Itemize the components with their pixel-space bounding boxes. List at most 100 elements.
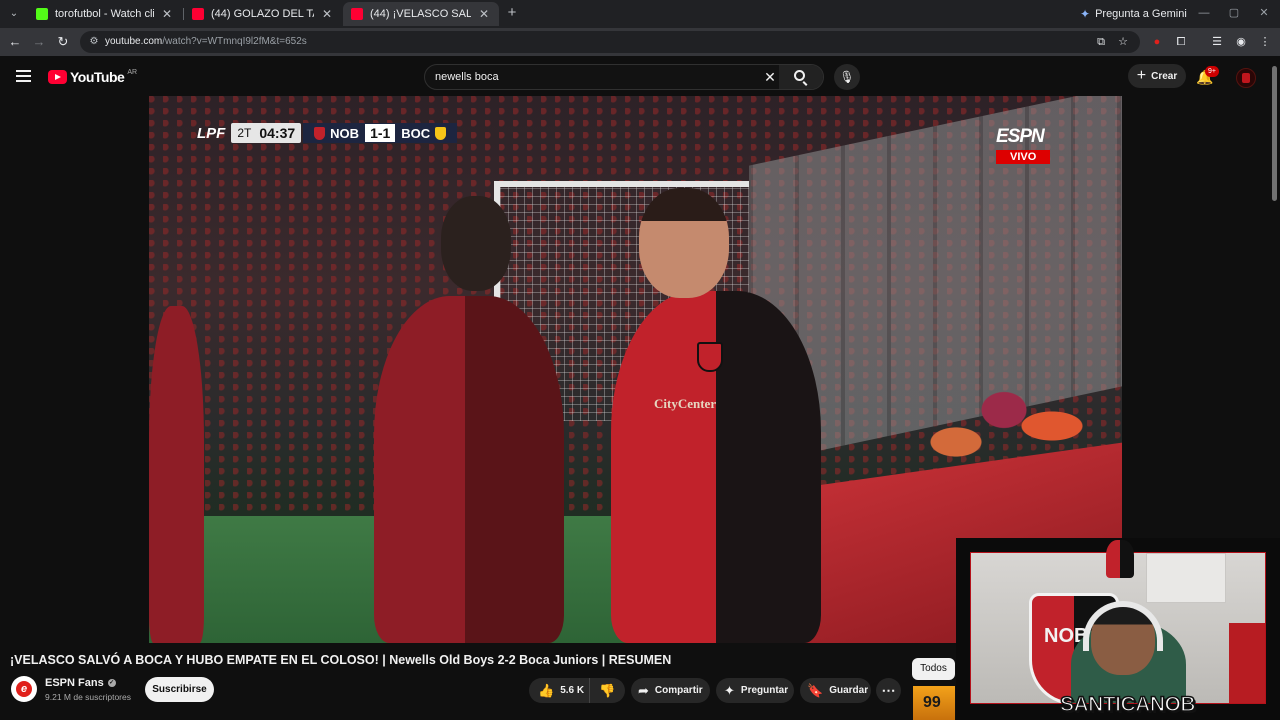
close-tab-icon[interactable]: ✕ <box>477 7 491 21</box>
bookmark-star-icon[interactable]: ☆ <box>1116 35 1130 49</box>
wall-shelf <box>1146 553 1226 603</box>
browser-toolbar: ← → ↻ ⚙ youtube.com/watch?v=WTmnqI9l2fM&… <box>0 28 1280 56</box>
share-label: Compartir <box>654 685 703 696</box>
voice-search-mic-icon[interactable]: 🎙 <box>834 64 860 90</box>
tab-title: (44) GOLAZO DEL TALENTOSO <box>211 8 314 20</box>
thumbs-up-icon: 👍 <box>538 682 555 698</box>
reload-icon[interactable]: ↻ <box>55 34 71 50</box>
like-dislike-group: 👍 5.6 K 👎 <box>529 678 625 703</box>
shirt-sponsor: CityCenter <box>654 396 717 411</box>
verified-check-icon: ✓ <box>107 679 116 687</box>
search-icon <box>794 70 805 81</box>
reading-list-icon[interactable]: ☰ <box>1210 35 1224 49</box>
close-tab-icon[interactable]: ✕ <box>160 7 174 21</box>
youtube-logo[interactable]: YouTube AR <box>48 69 137 85</box>
account-avatar[interactable] <box>1236 68 1256 88</box>
search-button[interactable] <box>779 65 823 89</box>
like-count: 5.6 K <box>560 685 585 696</box>
thumbs-down-icon: 👎 <box>599 682 616 698</box>
bookmark-icon: 🔖 <box>807 682 824 698</box>
install-app-icon[interactable]: ⧉ <box>1094 35 1108 49</box>
share-button[interactable]: ➦ Compartir <box>631 678 710 703</box>
search-input[interactable] <box>435 68 755 86</box>
youtube-header: YouTube AR ✕ 🎙 + Crear 🔔 9+ <box>0 56 1280 96</box>
tab-title: torofutbol - Watch clips on Kick <box>55 8 154 20</box>
gemini-button[interactable]: ✦ Pregunta a Gemini <box>1080 6 1187 22</box>
create-button[interactable]: + Crear <box>1128 64 1186 88</box>
player-head <box>639 188 729 298</box>
live-badge: VIVO <box>996 150 1051 164</box>
ask-button[interactable]: ✦ Preguntar <box>716 678 794 703</box>
scorebug: LPF 2T 04:37 NOB 1-1 BOC <box>197 122 458 144</box>
plus-icon: + <box>1136 67 1147 84</box>
scrollbar-thumb[interactable] <box>1272 66 1277 201</box>
maximize-icon[interactable]: ▢ <box>1227 6 1241 20</box>
sparkle-icon: ✦ <box>724 682 735 698</box>
search-box: ✕ <box>424 64 824 90</box>
logo-wordmark: YouTube <box>70 69 125 85</box>
ask-label: Preguntar <box>740 685 789 696</box>
tab-golazo[interactable]: (44) GOLAZO DEL TALENTOSO ✕ <box>184 2 342 26</box>
filter-chip-all[interactable]: Todos <box>912 658 955 680</box>
nob-shield-icon <box>314 126 326 140</box>
recommended-thumbnail[interactable]: 99 <box>913 686 955 720</box>
gemini-sparkle-icon: ✦ <box>1080 7 1091 21</box>
more-actions-icon[interactable]: ⋯ <box>876 678 901 703</box>
gemini-label: Pregunta a Gemini <box>1095 8 1187 20</box>
espn-e-icon: e <box>16 681 32 697</box>
minimize-icon[interactable]: — <box>1197 6 1211 20</box>
close-window-icon[interactable]: ✕ <box>1257 6 1271 20</box>
thumbnail-badge: 99 <box>923 694 941 711</box>
notification-count-badge: 9+ <box>1205 66 1219 77</box>
player-number-23 <box>374 296 564 643</box>
channel-name[interactable]: ESPN Fans ✓ <box>45 677 116 689</box>
close-tab-icon[interactable]: ✕ <box>320 7 334 21</box>
url-text: youtube.com/watch?v=WTmnqI9l2fM&t=652s <box>105 36 307 47</box>
dislike-button[interactable]: 👎 <box>590 683 625 699</box>
kick-favicon-icon <box>36 8 48 20</box>
like-button[interactable]: 👍 5.6 K <box>529 678 590 703</box>
away-team: BOC <box>401 125 431 141</box>
video-title: ¡VELASCO SALVÓ A BOCA Y HUBO EMPATE EN E… <box>10 653 672 667</box>
forward-icon[interactable]: → <box>31 34 47 50</box>
address-bar[interactable]: ⚙ youtube.com/watch?v=WTmnqI9l2fM&t=652s… <box>80 31 1140 53</box>
create-label: Crear <box>1151 70 1178 82</box>
subscriber-count: 9.21 M de suscriptores <box>45 692 131 702</box>
extensions-puzzle-icon[interactable]: ⧠ <box>1174 35 1188 49</box>
youtube-favicon-icon <box>192 8 204 20</box>
extension-icon[interactable]: ● <box>1150 35 1164 49</box>
league-label: LPF <box>197 124 226 142</box>
browser-menu-icon[interactable]: ⋮ <box>1258 35 1272 49</box>
match-clock: 2T 04:37 <box>231 123 302 143</box>
channel-avatar[interactable]: e <box>11 676 37 702</box>
youtube-favicon-icon <box>351 8 363 20</box>
browser-tabstrip: ⌄ torofutbol - Watch clips on Kick ✕ (44… <box>0 0 1280 28</box>
guide-menu-icon[interactable] <box>16 70 31 82</box>
save-label: Guardar <box>829 685 869 696</box>
profile-icon[interactable]: ◉ <box>1234 35 1248 49</box>
back-icon[interactable]: ← <box>7 34 23 50</box>
clear-search-icon[interactable]: ✕ <box>762 69 778 85</box>
sideline-fans <box>884 346 1122 506</box>
player-figure <box>1106 540 1134 578</box>
share-arrow-icon: ➦ <box>638 682 649 698</box>
site-info-icon[interactable]: ⚙ <box>87 35 101 49</box>
score: 1-1 <box>365 124 396 142</box>
home-team: NOB <box>330 125 360 141</box>
tab-velasco[interactable]: (44) ¡VELASCO SALVÓ A BOCA ✕ <box>343 2 499 26</box>
clock-time: 04:37 <box>259 125 296 141</box>
country-code: AR <box>127 68 138 76</box>
half-label: 2T <box>237 126 252 140</box>
streamer-name: SANTICANOB <box>1059 692 1196 717</box>
espn-logo: ESPN <box>996 126 1045 147</box>
tab-kick[interactable]: torofutbol - Watch clips on Kick ✕ <box>28 2 182 26</box>
tab-title: (44) ¡VELASCO SALVÓ A BOCA <box>370 8 471 20</box>
espn-bug: ESPN VIVO <box>996 126 1051 165</box>
channel-name-text: ESPN Fans <box>45 677 104 689</box>
tab-search-icon[interactable]: ⌄ <box>6 6 22 22</box>
save-button[interactable]: 🔖 Guardar <box>800 678 871 703</box>
subscribe-button[interactable]: Suscribirse <box>145 677 214 702</box>
player-head <box>441 196 511 291</box>
hanging-jersey <box>1229 623 1265 703</box>
new-tab-icon[interactable]: + <box>504 5 520 21</box>
